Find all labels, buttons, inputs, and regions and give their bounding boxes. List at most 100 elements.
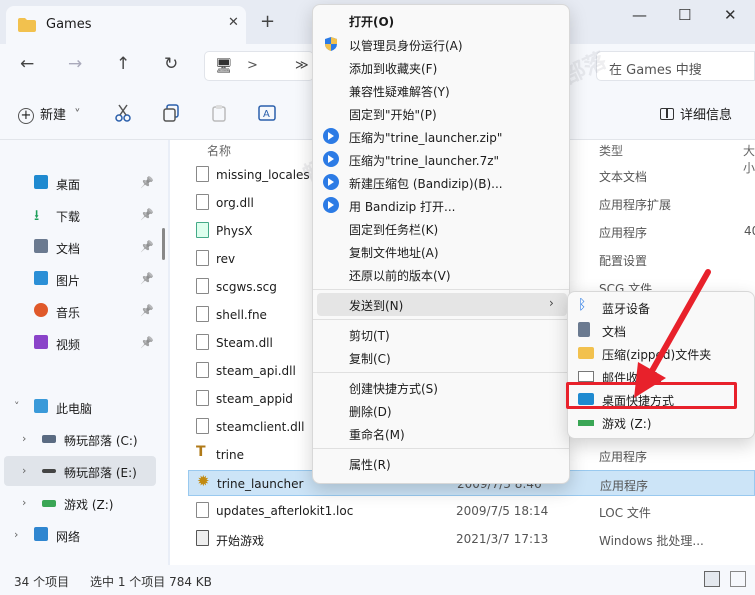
maximize-button[interactable]: ☐	[678, 6, 691, 24]
menu-separator	[313, 372, 569, 373]
dll-icon	[196, 418, 209, 434]
file-name: scgws.scg	[216, 280, 277, 294]
menu-item-pin-start[interactable]: 固定到"开始"(P)	[317, 102, 567, 125]
sidebar-item-label: 畅玩部落 (E:)	[64, 466, 137, 480]
sidebar-scrollbar[interactable]	[162, 228, 165, 260]
tab-games[interactable]: Games ✕	[6, 6, 246, 44]
paste-icon[interactable]	[210, 104, 228, 122]
document-icon	[578, 322, 590, 337]
menu-item-rename[interactable]: 重命名(M)	[317, 422, 567, 445]
file-type: 应用程序	[599, 450, 648, 464]
details-button[interactable]: 详细信息	[660, 104, 732, 123]
file-name: PhysX	[216, 224, 253, 238]
sendto-drive-z[interactable]: 游戏 (Z:)	[572, 411, 752, 434]
menu-item-label: 剪切(T)	[349, 329, 390, 343]
menu-item-copy-path[interactable]: 复制文件地址(A)	[317, 240, 567, 263]
chevron-right-icon[interactable]: ›	[14, 528, 18, 541]
tab-title: Games	[46, 17, 92, 32]
cut-icon[interactable]	[114, 104, 132, 122]
address-bar[interactable]: 🖥 > ≫	[204, 51, 314, 81]
status-bar: 34 个项目 选中 1 个项目 784 KB	[0, 565, 755, 595]
bandizip-icon	[323, 128, 339, 144]
menu-item-label: 游戏 (Z:)	[602, 417, 652, 431]
up-button[interactable]: ↑	[116, 54, 130, 74]
trine-app-icon: T	[196, 444, 206, 460]
menu-item-pin-taskbar[interactable]: 固定到任务栏(K)	[317, 217, 567, 240]
details-view-icon[interactable]	[704, 571, 720, 587]
menu-item-restore-versions[interactable]: 还原以前的版本(V)	[317, 263, 567, 286]
pin-icon: 📌	[140, 272, 154, 285]
file-row[interactable]: updates_afterlokit1.loc 2009/7/5 18:14 LOC…	[188, 498, 755, 524]
document-icon	[34, 239, 48, 253]
menu-separator	[313, 319, 569, 320]
file-date: 2009/7/5 18:14	[456, 504, 549, 518]
new-button[interactable]: + 新建 ˅	[18, 104, 81, 124]
search-input[interactable]: 在 Games 中搜	[596, 51, 755, 81]
computer-icon	[34, 399, 48, 413]
sidebar-item-label: 图片	[56, 274, 81, 288]
zip-folder-icon	[578, 347, 594, 359]
menu-item-send-to[interactable]: 发送到(N) ›	[317, 293, 567, 316]
chevron-right-icon[interactable]: ›	[22, 432, 26, 445]
menu-item-label: 复制文件地址(A)	[349, 246, 439, 260]
menu-item-add-favorites[interactable]: 添加到收藏夹(F)	[317, 56, 567, 79]
sidebar-item-label: 视频	[56, 338, 81, 352]
menu-item-label: 删除(D)	[349, 405, 392, 419]
menu-item-properties[interactable]: 属性(R)	[317, 452, 567, 475]
chevron-right-icon[interactable]: ›	[22, 496, 26, 509]
menu-item-new-archive[interactable]: 新建压缩包 (Bandizip)(B)...	[317, 171, 567, 194]
menu-item-open[interactable]: 打开(O)	[317, 9, 567, 32]
shield-icon	[325, 37, 337, 51]
bluetooth-icon: ᛒ	[578, 297, 587, 313]
annotation-arrow-icon	[634, 269, 711, 398]
menu-item-delete[interactable]: 删除(D)	[317, 399, 567, 422]
column-header-name[interactable]: 名称	[207, 142, 231, 159]
menu-separator	[313, 448, 569, 449]
menu-item-label: 复制(C)	[349, 352, 391, 366]
bandizip-icon	[323, 151, 339, 167]
chevron-down-icon[interactable]: ˅	[14, 400, 20, 413]
file-row[interactable]: 开始游戏 2021/3/7 17:13 Windows 批处理...	[188, 526, 755, 552]
menu-item-create-shortcut[interactable]: 创建快捷方式(S)	[317, 376, 567, 399]
refresh-button[interactable]: ↻	[164, 54, 178, 74]
new-label: 新建	[40, 108, 67, 123]
file-name: steam_appid	[216, 392, 293, 406]
menu-item-open-bandizip[interactable]: 用 Bandizip 打开...	[317, 194, 567, 217]
music-icon	[34, 303, 48, 317]
menu-item-compat[interactable]: 兼容性疑难解答(Y)	[317, 79, 567, 102]
file-name: trine_launcher	[217, 477, 304, 491]
forward-button[interactable]: →	[68, 54, 82, 74]
menu-item-label: 固定到"开始"(P)	[349, 108, 437, 122]
tiles-view-icon[interactable]	[730, 571, 746, 587]
drive-icon	[42, 435, 56, 443]
pin-icon: 📌	[140, 208, 154, 221]
chevron-right-icon[interactable]: ›	[22, 464, 26, 477]
menu-item-label: 还原以前的版本(V)	[349, 269, 451, 283]
close-button[interactable]: ✕	[724, 6, 737, 24]
column-header-type[interactable]: 类型	[599, 142, 623, 159]
plus-icon: +	[18, 108, 34, 124]
menu-item-cut[interactable]: 剪切(T)	[317, 323, 567, 346]
tab-close-icon[interactable]: ✕	[228, 15, 239, 30]
menu-item-run-as-admin[interactable]: 以管理员身份运行(A)	[317, 33, 567, 56]
selection-info: 选中 1 个项目 784 KB	[90, 575, 212, 589]
copy-icon[interactable]	[162, 104, 180, 122]
file-type: 应用程序	[599, 226, 648, 240]
file-icon	[196, 390, 209, 406]
menu-item-copy[interactable]: 复制(C)	[317, 346, 567, 369]
address-overflow[interactable]: ≫	[295, 58, 309, 73]
search-placeholder: 在 Games 中搜	[609, 63, 702, 78]
svg-text:A: A	[263, 109, 270, 120]
menu-item-label: 压缩为"trine_launcher.zip"	[349, 131, 503, 145]
menu-item-compress-7z[interactable]: 压缩为"trine_launcher.7z"	[317, 148, 567, 171]
menu-item-compress-zip[interactable]: 压缩为"trine_launcher.zip"	[317, 125, 567, 148]
pin-icon: 📌	[140, 240, 154, 253]
menu-item-label: 压缩为"trine_launcher.7z"	[349, 154, 500, 168]
new-tab-button[interactable]: +	[260, 11, 275, 32]
file-icon	[196, 166, 209, 182]
file-name: missing_locales	[216, 168, 310, 182]
minimize-button[interactable]: —	[632, 6, 647, 24]
rename-icon[interactable]: A	[258, 104, 276, 122]
back-button[interactable]: ←	[20, 54, 34, 74]
app-icon	[196, 222, 209, 238]
